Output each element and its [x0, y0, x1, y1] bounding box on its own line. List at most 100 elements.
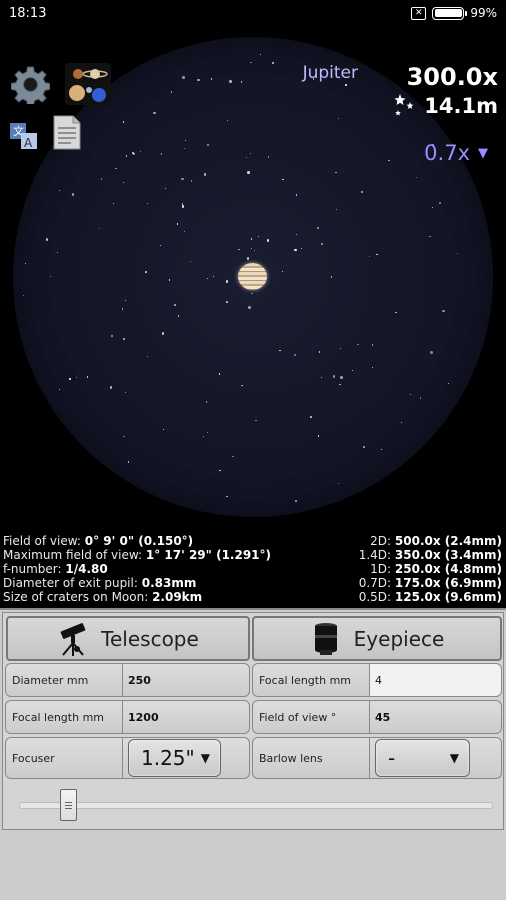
star: [317, 227, 319, 229]
star: [318, 351, 320, 353]
star: [161, 153, 163, 155]
star: [124, 299, 127, 302]
slider-thumb[interactable]: [60, 789, 78, 821]
translate-icon[interactable]: 文 A: [9, 121, 39, 151]
star: [139, 150, 142, 153]
document-icon[interactable]: [53, 115, 81, 150]
info-magnification-2d: 2D: 500.0x (2.4mm): [370, 534, 502, 548]
star: [439, 202, 441, 204]
star: [229, 80, 232, 83]
star: [332, 375, 336, 378]
star: [295, 500, 297, 502]
eyepiece-button[interactable]: Eyepiece: [252, 616, 502, 661]
eyepiece-fov-field[interactable]: 45: [370, 700, 502, 734]
star: [416, 177, 418, 179]
object-name[interactable]: Jupiter: [303, 63, 358, 83]
star: [123, 338, 125, 340]
star: [238, 248, 240, 251]
star: [219, 469, 221, 471]
star: [339, 383, 341, 386]
zoom-value: 0.7x: [424, 141, 470, 165]
settings-inner: Telescope Eyepiece Diameter mm 250 Focal…: [2, 612, 504, 830]
slider-track[interactable]: [19, 802, 493, 809]
star: [76, 377, 78, 379]
star: [251, 292, 253, 294]
star: [282, 178, 284, 180]
star: [190, 261, 192, 263]
star: [145, 271, 147, 273]
star: [121, 308, 124, 310]
star: [181, 205, 185, 208]
star: [122, 181, 124, 183]
star: [225, 280, 229, 283]
star: [360, 190, 364, 194]
star: [240, 81, 243, 83]
star: [420, 397, 422, 399]
star: [247, 171, 250, 174]
focuser-select[interactable]: 1.25" ▼: [128, 739, 221, 777]
star: [272, 62, 274, 64]
star: [146, 355, 149, 358]
star: [429, 235, 431, 237]
star: [206, 277, 209, 280]
star: [99, 228, 101, 230]
star: [259, 53, 262, 56]
star: [197, 78, 200, 82]
triangle-down-icon: ▼: [200, 751, 210, 765]
star: [164, 188, 166, 190]
star: [337, 483, 340, 485]
star: [232, 455, 234, 458]
star: [159, 244, 161, 246]
telescope-button[interactable]: Telescope: [6, 616, 250, 661]
settings-panel: Telescope Eyepiece Diameter mm 250 Focal…: [0, 608, 506, 900]
star: [257, 235, 259, 237]
star: [241, 385, 243, 387]
star: [225, 300, 229, 304]
star: [254, 250, 256, 252]
star: [337, 117, 340, 120]
zoom-dropdown[interactable]: 0.7x ▼: [424, 141, 488, 165]
info-magnification-0-7d: 0.7D: 175.0x (6.9mm): [358, 576, 502, 590]
star: [368, 255, 371, 258]
star: [335, 208, 338, 211]
battery-icon: [432, 6, 468, 20]
star: [317, 435, 320, 437]
star: [45, 238, 49, 241]
planets-icon[interactable]: [65, 63, 111, 105]
eyepiece-title: Eyepiece: [353, 626, 445, 651]
star: [226, 119, 229, 122]
star: [321, 377, 323, 379]
star: [113, 202, 115, 204]
star: [178, 315, 180, 317]
barlow-select[interactable]: - ▼: [375, 739, 470, 777]
eyepiece-view[interactable]: 文 A Jupiter 300.0x 14.1m 0.7x ▼: [0, 28, 506, 532]
star: [294, 248, 297, 252]
star: [100, 178, 103, 180]
star: [49, 276, 51, 278]
triangle-down-icon: ▼: [478, 145, 488, 161]
telescope-icon: [60, 622, 86, 656]
telescope-focal-length-field[interactable]: 1200: [123, 700, 250, 734]
eyepiece-focal-length-field[interactable]: 4: [370, 663, 502, 697]
star: [202, 435, 205, 437]
star: [181, 177, 184, 181]
star: [266, 239, 269, 242]
telescope-focal-length-label: Focal length mm: [5, 700, 123, 734]
star: [110, 334, 114, 338]
stars-icon: [394, 94, 414, 116]
optics-info: Field of view: 0° 9' 0" (0.150°) Maximum…: [0, 532, 506, 608]
star: [212, 275, 214, 278]
info-exit-pupil: Diameter of exit pupil: 0.83mm: [3, 576, 197, 590]
star: [281, 270, 284, 273]
star: [69, 378, 71, 380]
status-bar: 18:13 ✕ 99%: [0, 0, 506, 28]
star: [448, 383, 450, 385]
star: [124, 392, 126, 394]
star: [190, 180, 193, 182]
star: [226, 495, 228, 498]
eyepiece-fov-label: Field of view °: [252, 700, 370, 734]
star: [153, 111, 156, 115]
star: [351, 369, 354, 372]
gear-icon[interactable]: [11, 65, 50, 104]
diameter-field[interactable]: 250: [123, 663, 250, 697]
